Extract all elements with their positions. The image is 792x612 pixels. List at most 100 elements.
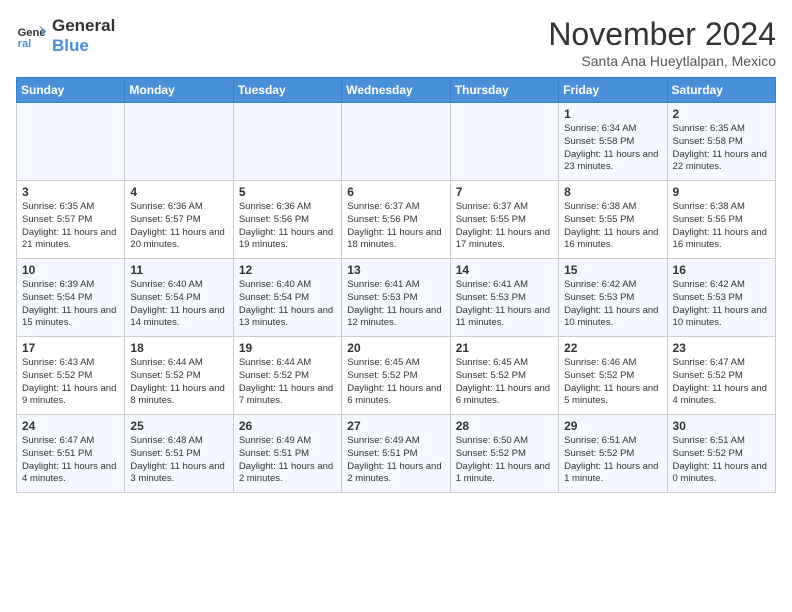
day-cell: 12 Sunrise: 6:40 AM Sunset: 5:54 PM Dayli… (233, 259, 341, 337)
day-cell: 10 Sunrise: 6:39 AM Sunset: 5:54 PM Dayli… (17, 259, 125, 337)
day-number: 8 (564, 185, 662, 199)
day-number: 27 (347, 419, 445, 433)
day-number: 3 (22, 185, 120, 199)
header-thursday: Thursday (450, 78, 558, 103)
day-info: Sunrise: 6:38 AM Sunset: 5:55 PM Dayligh… (673, 201, 767, 250)
day-cell: 18 Sunrise: 6:44 AM Sunset: 5:52 PM Dayli… (125, 337, 233, 415)
day-number: 6 (347, 185, 445, 199)
calendar-header-row: SundayMondayTuesdayWednesdayThursdayFrid… (17, 78, 776, 103)
day-info: Sunrise: 6:39 AM Sunset: 5:54 PM Dayligh… (22, 279, 116, 328)
day-number: 24 (22, 419, 120, 433)
day-cell: 16Sunrise: 6:42 AM Sunset: 5:53 PM Dayli… (667, 259, 775, 337)
day-cell: 15 Sunrise: 6:42 AM Sunset: 5:53 PM Dayli… (559, 259, 667, 337)
logo-line1: General (52, 16, 115, 36)
day-info: Sunrise: 6:42 AM Sunset: 5:53 PM Dayligh… (673, 279, 767, 328)
day-number: 11 (130, 263, 228, 277)
day-info: Sunrise: 6:49 AM Sunset: 5:51 PM Dayligh… (239, 435, 333, 484)
week-row-4: 17 Sunrise: 6:43 AM Sunset: 5:52 PM Dayli… (17, 337, 776, 415)
day-info: Sunrise: 6:42 AM Sunset: 5:53 PM Dayligh… (564, 279, 658, 328)
day-number: 4 (130, 185, 228, 199)
week-row-1: 1Sunrise: 6:34 AM Sunset: 5:58 PM Daylig… (17, 103, 776, 181)
day-cell: 6Sunrise: 6:37 AM Sunset: 5:56 PM Daylig… (342, 181, 450, 259)
day-info: Sunrise: 6:47 AM Sunset: 5:52 PM Dayligh… (673, 357, 767, 406)
day-info: Sunrise: 6:48 AM Sunset: 5:51 PM Dayligh… (130, 435, 224, 484)
day-cell: 13 Sunrise: 6:41 AM Sunset: 5:53 PM Dayli… (342, 259, 450, 337)
day-info: Sunrise: 6:38 AM Sunset: 5:55 PM Dayligh… (564, 201, 658, 250)
day-info: Sunrise: 6:51 AM Sunset: 5:52 PM Dayligh… (673, 435, 767, 484)
day-info: Sunrise: 6:41 AM Sunset: 5:53 PM Dayligh… (347, 279, 441, 328)
day-cell: 3 Sunrise: 6:35 AM Sunset: 5:57 PM Daylig… (17, 181, 125, 259)
day-number: 26 (239, 419, 337, 433)
day-info: Sunrise: 6:36 AM Sunset: 5:56 PM Dayligh… (239, 201, 333, 250)
day-cell: 25 Sunrise: 6:48 AM Sunset: 5:51 PM Dayli… (125, 415, 233, 493)
day-cell: 20Sunrise: 6:45 AM Sunset: 5:52 PM Dayli… (342, 337, 450, 415)
day-info: Sunrise: 6:44 AM Sunset: 5:52 PM Dayligh… (239, 357, 333, 406)
day-cell: 22 Sunrise: 6:46 AM Sunset: 5:52 PM Dayli… (559, 337, 667, 415)
svg-text:Gene: Gene (18, 27, 46, 39)
svg-text:ral: ral (18, 39, 32, 51)
day-number: 17 (22, 341, 120, 355)
day-info: Sunrise: 6:44 AM Sunset: 5:52 PM Dayligh… (130, 357, 224, 406)
day-info: Sunrise: 6:40 AM Sunset: 5:54 PM Dayligh… (130, 279, 224, 328)
header-tuesday: Tuesday (233, 78, 341, 103)
day-info: Sunrise: 6:41 AM Sunset: 5:53 PM Dayligh… (456, 279, 550, 328)
day-number: 14 (456, 263, 554, 277)
day-info: Sunrise: 6:46 AM Sunset: 5:52 PM Dayligh… (564, 357, 658, 406)
day-info: Sunrise: 6:40 AM Sunset: 5:54 PM Dayligh… (239, 279, 333, 328)
day-number: 28 (456, 419, 554, 433)
day-number: 21 (456, 341, 554, 355)
logo: Gene ral General Blue (16, 16, 115, 57)
day-cell: 7Sunrise: 6:37 AM Sunset: 5:55 PM Daylig… (450, 181, 558, 259)
day-info: Sunrise: 6:51 AM Sunset: 5:52 PM Dayligh… (564, 435, 658, 484)
day-cell: 27Sunrise: 6:49 AM Sunset: 5:51 PM Dayli… (342, 415, 450, 493)
day-info: Sunrise: 6:43 AM Sunset: 5:52 PM Dayligh… (22, 357, 116, 406)
day-number: 10 (22, 263, 120, 277)
day-number: 25 (130, 419, 228, 433)
day-cell: 5Sunrise: 6:36 AM Sunset: 5:56 PM Daylig… (233, 181, 341, 259)
day-cell (233, 103, 341, 181)
day-info: Sunrise: 6:45 AM Sunset: 5:52 PM Dayligh… (456, 357, 550, 406)
day-info: Sunrise: 6:36 AM Sunset: 5:57 PM Dayligh… (130, 201, 224, 250)
day-number: 18 (130, 341, 228, 355)
day-cell: 24 Sunrise: 6:47 AM Sunset: 5:51 PM Dayli… (17, 415, 125, 493)
day-number: 12 (239, 263, 337, 277)
day-info: Sunrise: 6:34 AM Sunset: 5:58 PM Dayligh… (564, 123, 658, 172)
day-number: 30 (673, 419, 771, 433)
day-number: 15 (564, 263, 662, 277)
title-block: November 2024 Santa Ana Hueytlalpan, Mex… (548, 16, 776, 69)
day-number: 7 (456, 185, 554, 199)
day-cell: 30 Sunrise: 6:51 AM Sunset: 5:52 PM Dayli… (667, 415, 775, 493)
week-row-5: 24 Sunrise: 6:47 AM Sunset: 5:51 PM Dayli… (17, 415, 776, 493)
day-number: 13 (347, 263, 445, 277)
page-header: Gene ral General Blue November 2024 Sant… (16, 16, 776, 69)
day-number: 29 (564, 419, 662, 433)
day-number: 22 (564, 341, 662, 355)
day-cell: 2 Sunrise: 6:35 AM Sunset: 5:58 PM Daylig… (667, 103, 775, 181)
day-cell: 28Sunrise: 6:50 AM Sunset: 5:52 PM Dayli… (450, 415, 558, 493)
day-number: 2 (673, 107, 771, 121)
day-number: 23 (673, 341, 771, 355)
day-cell: 23 Sunrise: 6:47 AM Sunset: 5:52 PM Dayli… (667, 337, 775, 415)
day-cell: 17 Sunrise: 6:43 AM Sunset: 5:52 PM Dayli… (17, 337, 125, 415)
calendar-table: SundayMondayTuesdayWednesdayThursdayFrid… (16, 77, 776, 493)
day-cell: 11 Sunrise: 6:40 AM Sunset: 5:54 PM Dayli… (125, 259, 233, 337)
day-cell: 29 Sunrise: 6:51 AM Sunset: 5:52 PM Dayli… (559, 415, 667, 493)
month-title: November 2024 (548, 16, 776, 53)
day-info: Sunrise: 6:35 AM Sunset: 5:57 PM Dayligh… (22, 201, 116, 250)
day-cell: 9Sunrise: 6:38 AM Sunset: 5:55 PM Daylig… (667, 181, 775, 259)
day-number: 20 (347, 341, 445, 355)
header-wednesday: Wednesday (342, 78, 450, 103)
header-friday: Friday (559, 78, 667, 103)
location-subtitle: Santa Ana Hueytlalpan, Mexico (548, 53, 776, 69)
day-cell (125, 103, 233, 181)
day-cell: 14 Sunrise: 6:41 AM Sunset: 5:53 PM Dayli… (450, 259, 558, 337)
day-cell: 4 Sunrise: 6:36 AM Sunset: 5:57 PM Daylig… (125, 181, 233, 259)
day-info: Sunrise: 6:35 AM Sunset: 5:58 PM Dayligh… (673, 123, 767, 172)
week-row-3: 10 Sunrise: 6:39 AM Sunset: 5:54 PM Dayli… (17, 259, 776, 337)
header-sunday: Sunday (17, 78, 125, 103)
day-number: 19 (239, 341, 337, 355)
day-cell (450, 103, 558, 181)
week-row-2: 3 Sunrise: 6:35 AM Sunset: 5:57 PM Daylig… (17, 181, 776, 259)
header-saturday: Saturday (667, 78, 775, 103)
day-info: Sunrise: 6:47 AM Sunset: 5:51 PM Dayligh… (22, 435, 116, 484)
